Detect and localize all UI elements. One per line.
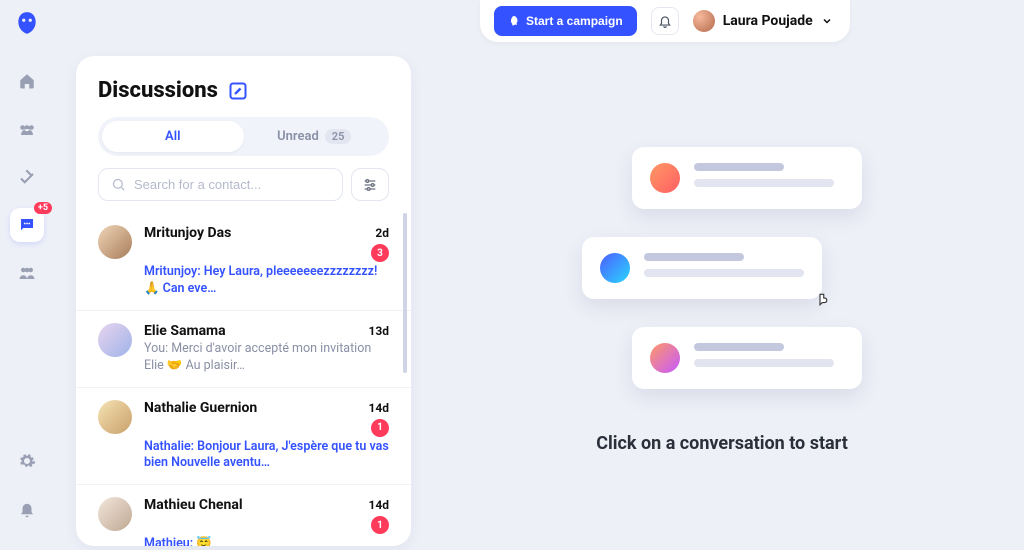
page-title: Discussions (98, 78, 218, 103)
illus-card (632, 147, 862, 209)
avatar (98, 400, 132, 434)
rocket-icon (508, 15, 520, 27)
contact-name: Elie Samama (144, 323, 226, 339)
timestamp: 14d (368, 401, 389, 415)
illus-card (582, 237, 822, 299)
notifications-button[interactable] (651, 7, 679, 35)
sidebar: +5 (0, 0, 54, 550)
search-icon (111, 177, 126, 192)
sliders-icon (362, 177, 378, 193)
avatar (693, 10, 715, 32)
nav-discussions[interactable]: +5 (10, 208, 44, 242)
tab-unread-label: Unread (277, 129, 319, 144)
message-preview: Mritunjoy: Hey Laura, pleeeeeeezzzzzzzz!… (144, 264, 389, 298)
nav-settings[interactable] (10, 444, 44, 478)
illus-card (632, 327, 862, 389)
tab-unread-count: 25 (325, 129, 352, 144)
avatar (98, 497, 132, 531)
conversation-item[interactable]: Mritunjoy Das 2d 3 Mritunjoy: Hey Laura,… (76, 213, 411, 311)
tab-all-label: All (165, 129, 180, 144)
empty-illustration (572, 147, 872, 407)
nav-team[interactable] (10, 256, 44, 290)
search-input[interactable] (134, 177, 330, 192)
empty-state: Click on a conversation to start (430, 60, 1014, 540)
timestamp: 13d (368, 324, 389, 338)
chevron-down-icon (821, 15, 833, 27)
conversation-item[interactable]: Mathieu Chenal 14d 1 Mathieu: 😇 (76, 485, 411, 546)
timestamp: 2d (375, 226, 389, 240)
discussions-panel: Discussions All Unread 25 (76, 56, 411, 546)
filter-button[interactable] (351, 168, 389, 201)
nav-alerts[interactable] (10, 492, 44, 526)
unread-badge: 1 (371, 419, 389, 437)
user-name: Laura Poujade (723, 13, 813, 29)
nav-contacts[interactable] (10, 112, 44, 146)
start-campaign-label: Start a campaign (526, 14, 623, 28)
contact-name: Nathalie Guernion (144, 400, 257, 416)
conversation-item[interactable]: Nathalie Guernion 14d 1 Nathalie: Bonjou… (76, 388, 411, 486)
nav-badge: +5 (34, 202, 52, 214)
nav-campaigns[interactable] (10, 160, 44, 194)
message-preview: You: Merci d'avoir accepté mon invitatio… (144, 341, 389, 375)
tab-all[interactable]: All (102, 121, 244, 152)
top-bar: Start a campaign Laura Poujade (480, 0, 850, 42)
contact-name: Mathieu Chenal (144, 497, 243, 513)
unread-badge: 1 (371, 516, 389, 534)
conversation-list[interactable]: Mritunjoy Das 2d 3 Mritunjoy: Hey Laura,… (76, 213, 411, 546)
cursor-icon (814, 292, 832, 310)
message-preview: Nathalie: Bonjour Laura, J'espère que tu… (144, 439, 389, 473)
avatar (98, 323, 132, 357)
timestamp: 14d (368, 498, 389, 512)
scrollbar[interactable] (403, 213, 407, 373)
search-box[interactable] (98, 168, 343, 201)
contact-name: Mritunjoy Das (144, 225, 231, 241)
unread-badge: 3 (371, 244, 389, 262)
start-campaign-button[interactable]: Start a campaign (494, 6, 637, 36)
bell-icon (658, 14, 672, 28)
conversation-item[interactable]: Elie Samama 13d You: Merci d'avoir accep… (76, 311, 411, 388)
tab-unread[interactable]: Unread 25 (244, 121, 386, 152)
message-preview: Mathieu: 😇 (144, 536, 389, 546)
nav-home[interactable] (10, 64, 44, 98)
avatar (98, 225, 132, 259)
compose-icon[interactable] (228, 81, 248, 101)
user-menu[interactable]: Laura Poujade (693, 10, 833, 32)
tabs: All Unread 25 (98, 117, 389, 156)
app-logo[interactable] (14, 10, 40, 36)
empty-text: Click on a conversation to start (596, 433, 848, 454)
